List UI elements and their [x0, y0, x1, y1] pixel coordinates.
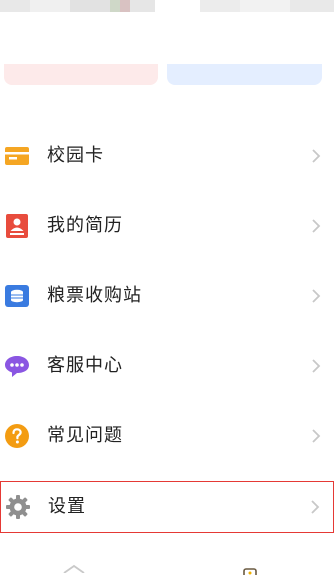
coins-icon [4, 283, 30, 309]
blur-block [120, 0, 130, 12]
blur-block [290, 0, 334, 12]
menu-item-customer-service[interactable]: 客服中心 [0, 340, 334, 392]
menu-item-label: 粮票收购站 [47, 285, 142, 306]
menu-item-coupon-exchange[interactable]: 粮票收购站 [0, 270, 334, 322]
blur-block [130, 0, 155, 12]
pink-card[interactable] [4, 64, 158, 85]
menu-item-campus-card[interactable]: 校园卡 [0, 130, 334, 182]
chevron-right-icon [310, 358, 322, 374]
blurred-header [0, 0, 334, 16]
menu-item-label: 客服中心 [47, 355, 123, 376]
blur-block [70, 0, 110, 12]
chevron-right-icon [310, 218, 322, 234]
profile-icon[interactable] [243, 560, 257, 579]
blue-card[interactable] [167, 64, 322, 85]
blur-block [30, 0, 70, 12]
blur-block [110, 0, 120, 12]
chat-icon [4, 353, 30, 379]
chevron-right-icon [310, 148, 322, 164]
chevron-right-icon [310, 428, 322, 444]
blur-block [200, 0, 240, 12]
bottom-nav [0, 552, 334, 578]
question-icon [4, 423, 30, 449]
menu-item-label: 常见问题 [47, 425, 123, 446]
menu-item-label: 校园卡 [47, 145, 104, 166]
menu-item-label: 设置 [48, 496, 86, 517]
blur-block [0, 0, 30, 12]
menu-item-my-resume[interactable]: 我的简历 [0, 200, 334, 252]
resume-icon [4, 213, 30, 239]
menu-item-faq[interactable]: 常见问题 [0, 410, 334, 462]
chevron-right-icon [309, 499, 321, 515]
home-icon[interactable] [62, 558, 86, 577]
menu-item-settings[interactable]: 设置 [0, 481, 334, 533]
card-icon [4, 143, 30, 169]
blur-block [240, 0, 290, 12]
chevron-right-icon [310, 288, 322, 304]
menu-item-label: 我的简历 [47, 215, 123, 236]
gear-icon [5, 494, 31, 520]
